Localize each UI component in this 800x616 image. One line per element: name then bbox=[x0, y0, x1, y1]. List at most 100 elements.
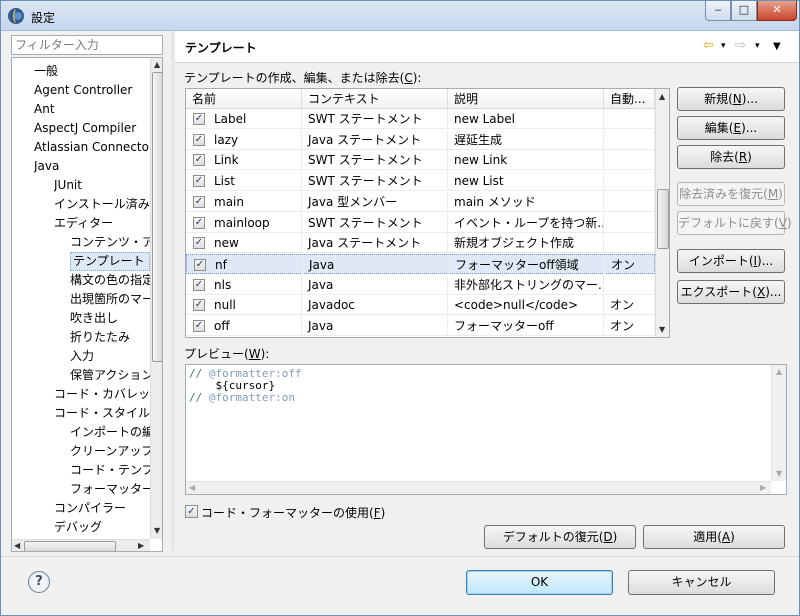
tree-item[interactable]: 構文の色の指定 bbox=[70, 271, 150, 290]
tree-item[interactable]: クリーンアップ bbox=[70, 442, 150, 461]
close-button[interactable]: ✕ bbox=[757, 1, 797, 21]
revert-to-default-button[interactable]: デフォルトに戻す(V) bbox=[677, 211, 792, 235]
title-bar[interactable]: 設定 ‒ □ ✕ bbox=[1, 1, 799, 31]
template-row[interactable]: ✓ null Javadoc <code>null</code> オン bbox=[186, 295, 655, 316]
tree-item[interactable]: エディター bbox=[54, 214, 150, 233]
scroll-left-arrow-icon[interactable]: ◀ bbox=[14, 541, 20, 550]
scroll-right-arrow-icon[interactable]: ▶ bbox=[760, 483, 766, 492]
template-enabled-checkbox[interactable]: ✓ bbox=[193, 237, 205, 250]
tree-item[interactable]: JUnit bbox=[54, 176, 150, 195]
scroll-right-arrow-icon[interactable]: ▶ bbox=[138, 541, 144, 550]
restore-defaults-button[interactable]: デフォルトの復元(D) bbox=[484, 525, 636, 549]
template-row[interactable]: ✓ Label SWT ステートメント new Label bbox=[186, 109, 655, 129]
filter-input[interactable] bbox=[11, 35, 163, 55]
help-icon[interactable]: ? bbox=[28, 571, 50, 593]
tree-item[interactable]: AspectJ Compiler bbox=[34, 119, 150, 138]
tree-item[interactable]: 出現箇所のマーク bbox=[70, 290, 150, 309]
template-row[interactable]: ✓ List SWT ステートメント new List bbox=[186, 171, 655, 192]
template-enabled-checkbox[interactable]: ✓ bbox=[193, 195, 205, 208]
tree-item[interactable]: Ant bbox=[34, 100, 150, 119]
scroll-up-arrow-icon[interactable]: ▲ bbox=[776, 367, 782, 376]
preference-tree[interactable]: 一般 Agent Controller Ant AspectJ Compiler Atl… bbox=[11, 57, 163, 552]
cancel-button[interactable]: キャンセル bbox=[628, 570, 775, 595]
scroll-up-arrow-icon[interactable]: ▲ bbox=[659, 92, 665, 101]
edit-template-button[interactable]: 編集(E)... bbox=[677, 116, 785, 140]
back-history-dropdown-icon[interactable]: ▾ bbox=[721, 41, 726, 51]
template-row[interactable]: ✓ lazy Java ステートメント 遅延生成 bbox=[186, 129, 655, 150]
column-header-context[interactable]: コンテキスト bbox=[302, 89, 448, 109]
tree-item[interactable]: 吹き出し bbox=[70, 309, 150, 328]
template-enabled-checkbox[interactable]: ✓ bbox=[193, 154, 205, 167]
ok-button[interactable]: OK bbox=[466, 570, 613, 595]
tree-item[interactable]: フォーマッター bbox=[70, 480, 150, 499]
maximize-button[interactable]: □ bbox=[731, 1, 757, 21]
tree-vertical-scroll-thumb[interactable] bbox=[152, 72, 162, 362]
tree-item[interactable]: 一般 bbox=[34, 62, 150, 81]
template-enabled-checkbox[interactable]: ✓ bbox=[193, 113, 205, 125]
tree-item[interactable]: Agent Controller bbox=[34, 81, 150, 100]
template-row[interactable]: ✓ Link SWT ステートメント new Link bbox=[186, 150, 655, 171]
checkbox-check-icon[interactable]: ✓ bbox=[185, 505, 198, 518]
scroll-left-arrow-icon[interactable]: ◀ bbox=[189, 483, 195, 492]
template-auto-insert-cell bbox=[604, 212, 655, 233]
tree-item-selected[interactable]: テンプレート bbox=[70, 252, 150, 271]
template-description-cell: 非外部化ストリングのマー... bbox=[448, 274, 604, 295]
forward-arrow-icon[interactable]: ⇨ bbox=[735, 38, 746, 53]
remove-template-button[interactable]: 除去(R) bbox=[677, 145, 785, 169]
template-row[interactable]: ✓ off Java フォーマッターoff オン bbox=[186, 316, 655, 336]
template-row[interactable]: ✓ nls Java 非外部化ストリングのマー... bbox=[186, 274, 655, 295]
template-enabled-checkbox[interactable]: ✓ bbox=[193, 299, 205, 312]
column-header-description[interactable]: 説明 bbox=[448, 89, 604, 109]
tree-item[interactable]: デバッグ bbox=[54, 518, 150, 537]
tree-item[interactable]: Atlassian Connector bbox=[34, 138, 150, 157]
tree-item[interactable]: コード・テンプレ bbox=[70, 461, 150, 480]
pane-sash[interactable] bbox=[171, 31, 175, 551]
tree-horizontal-scrollbar[interactable]: ◀ ▶ bbox=[12, 539, 150, 551]
tree-item[interactable]: コード・スタイル bbox=[54, 404, 150, 423]
tree-item[interactable]: コンパイラー bbox=[54, 499, 150, 518]
tree-vertical-scrollbar[interactable]: ▲ ▼ bbox=[150, 58, 162, 539]
preferences-dialog: 設定 ‒ □ ✕ 一般Agent ControllerAntAspectJ Co… bbox=[0, 0, 800, 616]
template-row[interactable]: ✓ main Java 型メンバー main メソッド bbox=[186, 191, 655, 212]
export-button[interactable]: エクスポート(X)... bbox=[677, 280, 785, 304]
template-row[interactable]: ✓ mainloop SWT ステートメント イベント・ループを持つ新... bbox=[186, 212, 655, 233]
template-enabled-checkbox[interactable]: ✓ bbox=[193, 216, 205, 229]
apply-button[interactable]: 適用(A) bbox=[643, 525, 785, 549]
preview-vertical-scrollbar[interactable]: ▲ ▼ bbox=[771, 365, 786, 481]
scroll-down-arrow-icon[interactable]: ▼ bbox=[154, 526, 160, 535]
template-enabled-checkbox[interactable]: ✓ bbox=[193, 175, 205, 188]
template-row[interactable]: ✓ new Java ステートメント 新規オブジェクト作成 bbox=[186, 233, 655, 254]
template-enabled-checkbox[interactable]: ✓ bbox=[193, 320, 205, 332]
forward-history-dropdown-icon[interactable]: ▾ bbox=[755, 41, 760, 51]
tree-item[interactable]: インストール済みの bbox=[54, 195, 150, 214]
column-header-auto-insert[interactable]: 自動... bbox=[604, 89, 655, 109]
tree-horizontal-scroll-thumb[interactable] bbox=[24, 541, 116, 551]
template-enabled-checkbox[interactable]: ✓ bbox=[193, 133, 205, 146]
tree-item[interactable]: Java bbox=[34, 157, 150, 176]
scroll-up-arrow-icon[interactable]: ▲ bbox=[154, 60, 160, 69]
tree-item[interactable]: 折りたたみ bbox=[70, 328, 150, 347]
template-enabled-checkbox[interactable]: ✓ bbox=[193, 278, 205, 291]
table-vertical-scroll-thumb[interactable] bbox=[657, 189, 669, 249]
import-button[interactable]: インポート(I)... bbox=[677, 249, 785, 273]
template-context-cell: SWT ステートメント bbox=[302, 150, 448, 171]
templates-table[interactable]: 名前 コンテキスト 説明 自動... ✓ Label SWT ステートメント new … bbox=[185, 88, 670, 338]
column-header-name[interactable]: 名前 bbox=[186, 89, 302, 109]
template-row-selected[interactable]: ✓ nf Java フォーマッターoff領域 オン bbox=[186, 253, 656, 275]
tree-item[interactable]: コード・カバレッジ bbox=[54, 385, 150, 404]
new-template-button[interactable]: 新規(N)... bbox=[677, 87, 785, 111]
scroll-down-arrow-icon[interactable]: ▼ bbox=[776, 469, 782, 478]
tree-item[interactable]: 入力 bbox=[70, 347, 150, 366]
preview-pane[interactable]: // @formatter:off ${cursor} // @formatte… bbox=[185, 364, 787, 495]
restore-removed-button[interactable]: 除去済みを復元(M) bbox=[677, 182, 785, 206]
back-arrow-icon[interactable]: ⇦ bbox=[703, 38, 714, 53]
template-enabled-checkbox[interactable]: ✓ bbox=[194, 258, 206, 271]
table-vertical-scrollbar[interactable]: ▲ ▼ bbox=[655, 89, 669, 337]
minimize-button[interactable]: ‒ bbox=[705, 1, 731, 21]
preview-horizontal-scrollbar[interactable]: ◀ ▶ bbox=[186, 481, 771, 494]
tree-item[interactable]: インポートの編成 bbox=[70, 423, 150, 442]
tree-item[interactable]: コンテンツ・アシ bbox=[70, 233, 150, 252]
scroll-down-arrow-icon[interactable]: ▼ bbox=[659, 325, 665, 334]
tree-item[interactable]: 保管アクション bbox=[70, 366, 150, 385]
view-menu-icon[interactable]: ▼ bbox=[773, 41, 781, 52]
